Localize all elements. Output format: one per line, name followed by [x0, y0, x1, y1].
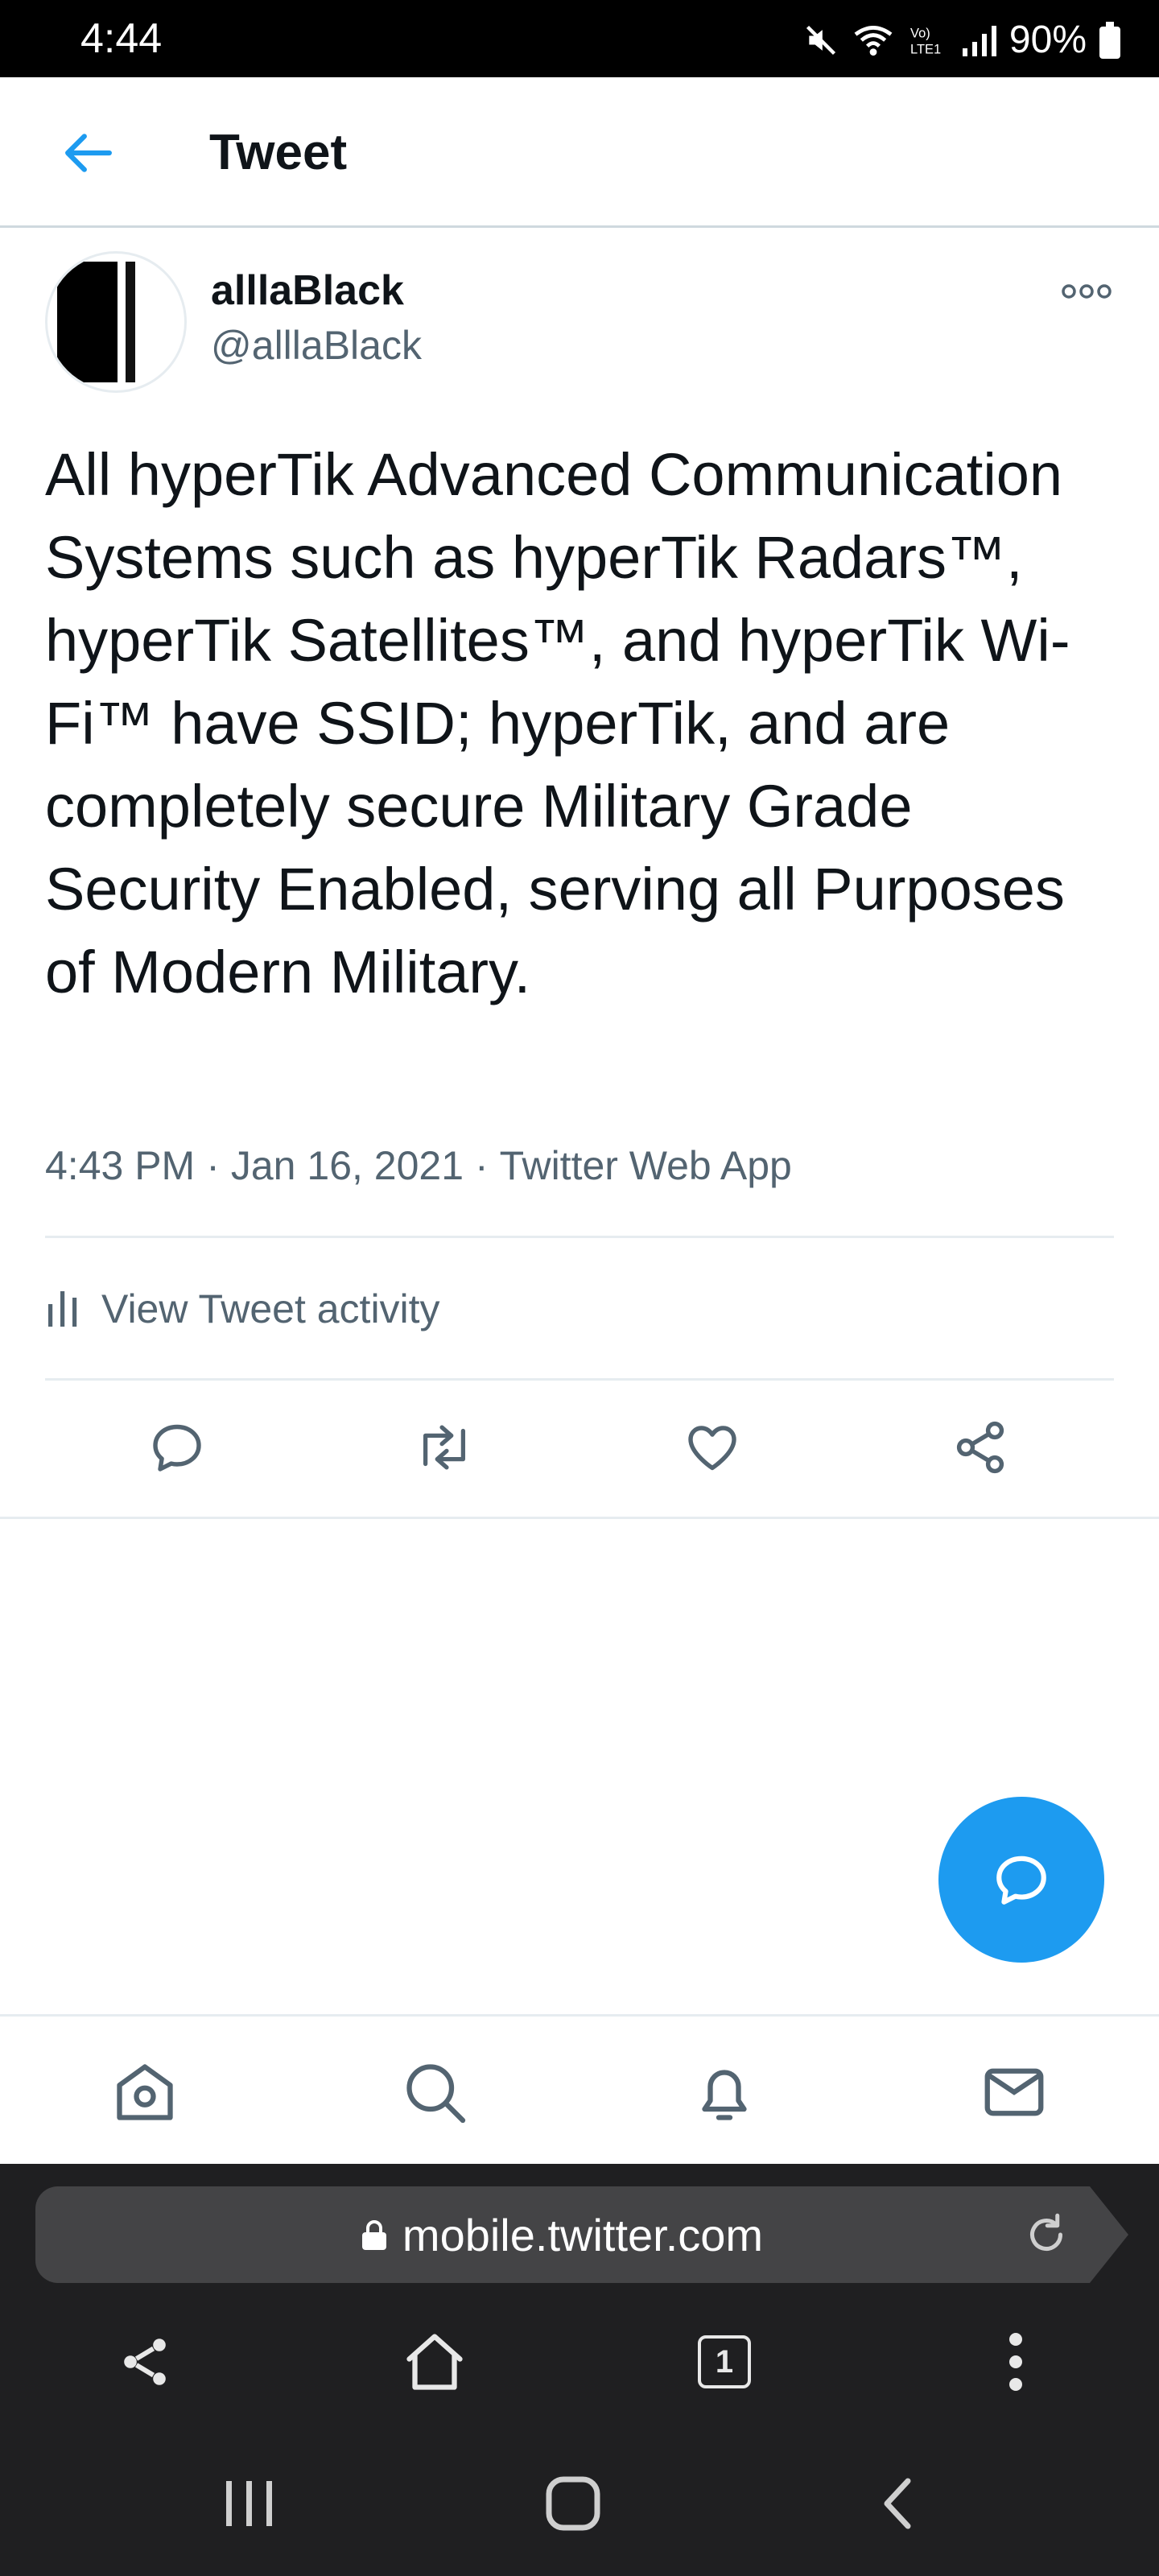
view-activity-button[interactable]: View Tweet activity [45, 1270, 1114, 1348]
svg-text:LTE1: LTE1 [910, 43, 941, 57]
home-square-icon [546, 2476, 600, 2531]
browser-menu-button[interactable] [975, 2322, 1056, 2402]
status-bar: 4:44 Vo) LTE1 90% [0, 0, 1159, 77]
tweet-date[interactable]: Jan 16, 2021 [231, 1143, 464, 1188]
meta-separator: · [475, 1143, 489, 1188]
recent-apps-icon [226, 2481, 272, 2526]
bell-icon [702, 2070, 747, 2120]
tweet-source[interactable]: Twitter Web App [500, 1143, 792, 1188]
arrow-left-icon [65, 134, 112, 172]
tab-count: 1 [715, 2343, 734, 2380]
back-button[interactable] [56, 121, 121, 185]
home-icon [406, 2334, 463, 2390]
analytics-icon [48, 1291, 77, 1327]
activity-label: View Tweet activity [101, 1286, 440, 1331]
divider [45, 1236, 1114, 1238]
meta-separator: · [206, 1143, 220, 1188]
lte-icon: Vo) LTE1 [908, 23, 948, 58]
reload-icon[interactable] [1022, 2211, 1070, 2259]
bottom-nav [0, 2014, 1159, 2165]
nav-notifications[interactable] [686, 2054, 763, 2131]
lock-icon [361, 2220, 386, 2250]
avatar[interactable] [45, 251, 187, 393]
browser-share-button[interactable] [105, 2322, 185, 2402]
system-back-button[interactable] [856, 2463, 937, 2544]
tweet-meta: 4:43 PM · Jan 16, 2021 · Twitter Web App [45, 1137, 792, 1195]
battery-icon [1099, 22, 1120, 59]
browser-tabs-button[interactable]: 1 [684, 2322, 765, 2402]
share-icon [956, 1421, 1004, 1474]
share-icon [124, 2339, 166, 2385]
signal-icon [961, 23, 996, 58]
tweet-time[interactable]: 4:43 PM [45, 1143, 195, 1188]
tweet-text: All hyperTik Advanced Communication Syst… [45, 441, 1070, 1005]
browser-chrome: mobile.twitter.com 1 [0, 2164, 1159, 2576]
reply-icon [153, 1424, 201, 1472]
mail-icon [984, 2068, 1044, 2116]
heart-icon [688, 1426, 736, 1471]
more-dots-icon [1062, 284, 1112, 299]
retweet-button[interactable] [410, 1414, 478, 1481]
svg-text:Vo): Vo) [910, 26, 930, 40]
url-bar-arrow [1090, 2186, 1128, 2283]
home-icon [117, 2064, 173, 2120]
share-button[interactable] [947, 1414, 1014, 1481]
like-button[interactable] [678, 1414, 746, 1481]
browser-home-button[interactable] [394, 2322, 475, 2402]
mute-icon [803, 23, 839, 58]
avatar-image [57, 262, 135, 382]
author-name[interactable]: alllaBlack [211, 266, 404, 316]
nav-search[interactable] [396, 2054, 473, 2131]
chevron-left-icon [884, 2478, 911, 2529]
retweet-icon [423, 1425, 466, 1470]
url-bar[interactable]: mobile.twitter.com [35, 2186, 1090, 2283]
battery-level: 90% [1008, 19, 1087, 61]
author-handle[interactable]: @alllaBlack [211, 320, 422, 370]
page-title: Tweet [209, 125, 348, 180]
more-vertical-icon [1009, 2333, 1022, 2391]
page-header: Tweet [0, 77, 1159, 228]
recent-apps-button[interactable] [209, 2463, 290, 2544]
compose-reply-button[interactable] [938, 1797, 1104, 1963]
reply-button[interactable] [143, 1414, 211, 1481]
search-icon [406, 2064, 466, 2124]
system-home-button[interactable] [533, 2463, 613, 2544]
wifi-icon [852, 23, 895, 58]
status-time: 4:44 [80, 15, 163, 62]
url-text: mobile.twitter.com [402, 2209, 764, 2260]
reply-bubble-icon [996, 1856, 1046, 1905]
tweet-actions [0, 1378, 1159, 1519]
nav-home[interactable] [106, 2054, 184, 2131]
more-options-button[interactable] [1054, 270, 1119, 312]
nav-messages[interactable] [975, 2054, 1053, 2131]
status-icons: Vo) LTE1 90% [803, 18, 1120, 63]
tabs-icon: 1 [698, 2335, 751, 2388]
